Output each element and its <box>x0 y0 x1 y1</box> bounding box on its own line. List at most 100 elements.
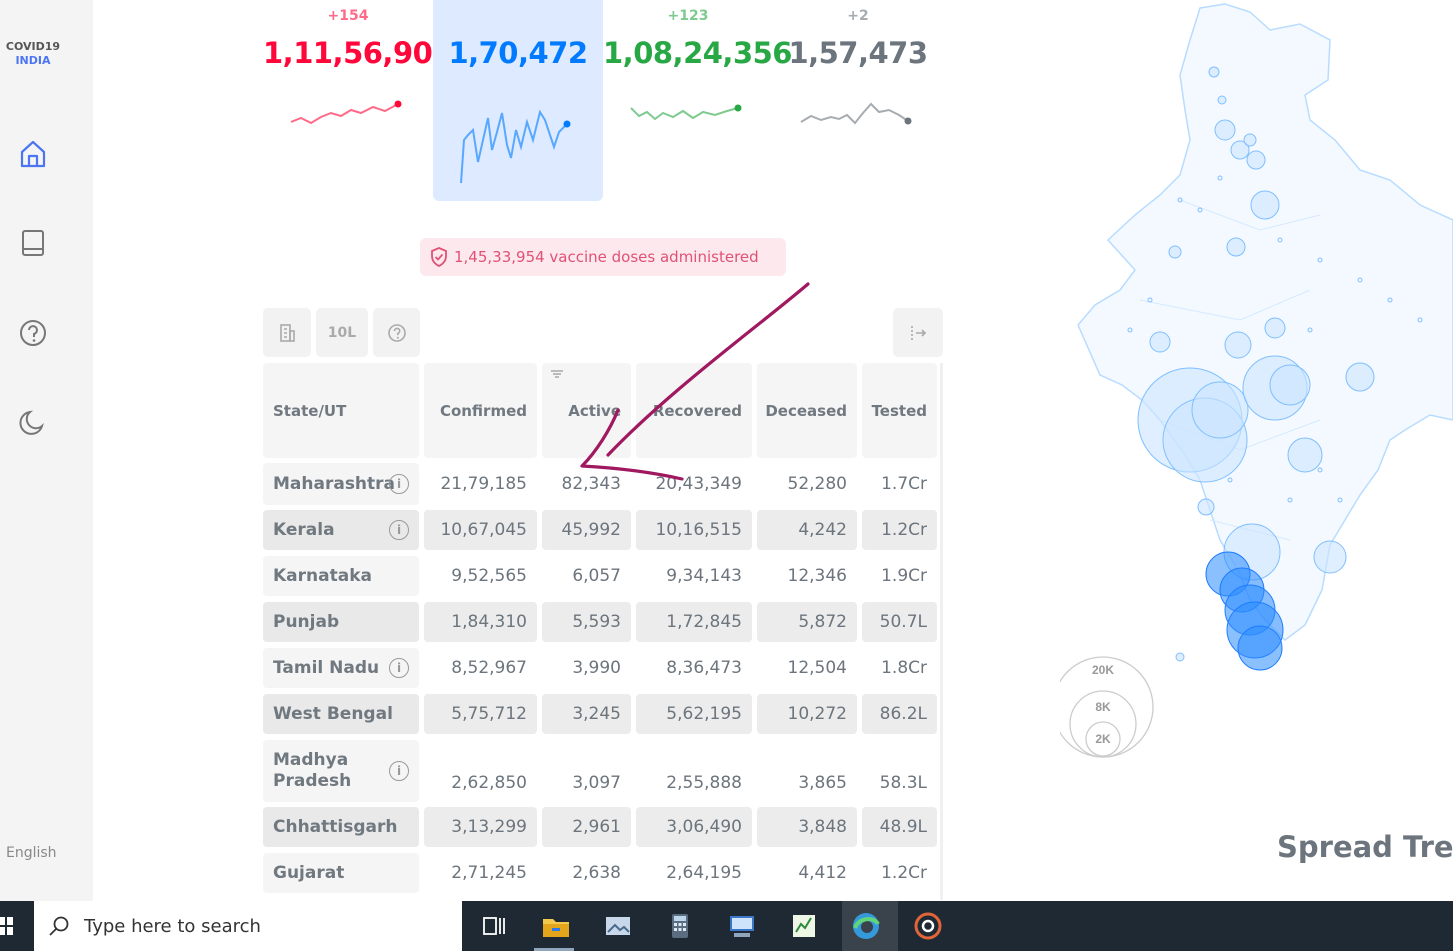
legend-20k: 20K <box>1092 663 1114 677</box>
question-icon <box>387 323 406 342</box>
stat-recovered[interactable]: +123 1,08,24,356 <box>603 0 792 201</box>
state-name: Karnataka <box>273 566 372 586</box>
info-icon[interactable]: i <box>389 761 409 781</box>
table-cell-active: 5,593 <box>542 602 631 642</box>
table-cell-confirmed: 2,62,850 <box>451 773 527 793</box>
legend-8k: 8K <box>1095 700 1111 714</box>
table-cell-tested: 1.9Cr <box>881 566 927 586</box>
info-icon[interactable]: i <box>389 474 409 494</box>
help-icon[interactable] <box>18 318 48 348</box>
district-toggle-button[interactable] <box>263 308 311 357</box>
chart-app-icon[interactable] <box>788 910 820 942</box>
table-cell-active: 2,638 <box>572 863 621 883</box>
table-cell-tested: 1.7Cr <box>881 474 927 494</box>
table-cell-deceased: 3,865 <box>798 773 847 793</box>
windows-start-icon[interactable] <box>0 916 14 936</box>
map-size-legend: 20K 8K 2K <box>1060 656 1154 758</box>
windows-taskbar: Type here to search <box>0 901 1453 951</box>
sidebar: COVID19 INDIA English <box>0 0 93 901</box>
table-row-state[interactable]: Karnataka <box>263 556 419 596</box>
taskbar-search-box[interactable]: Type here to search <box>34 901 462 951</box>
table-cell-recovered: 10,16,515 <box>636 510 752 550</box>
table-row-state[interactable]: Maharashtra i <box>263 463 419 505</box>
remote-desktop-icon[interactable] <box>726 910 758 942</box>
state-name: Tamil Nadu <box>273 658 380 678</box>
table-cell-confirmed: 8,52,967 <box>451 658 527 678</box>
language-selector[interactable]: English <box>6 845 57 861</box>
table-cell-tested: 48.9L <box>862 807 937 847</box>
header-tested[interactable]: Tested <box>862 363 937 458</box>
info-icon[interactable]: i <box>389 520 409 540</box>
help-button[interactable] <box>373 308 420 357</box>
shield-check-icon <box>431 247 447 267</box>
table-cell-recovered: 3,06,490 <box>636 807 752 847</box>
legend-2k: 2K <box>1095 732 1111 746</box>
table-row-state[interactable]: Chhattisgarh <box>263 807 419 847</box>
table-cell-tested: 50.7L <box>862 602 937 642</box>
table-cell-confirmed: 5,75,712 <box>424 694 537 734</box>
building-icon <box>280 323 295 342</box>
logo-line1: COVID19 <box>5 40 61 53</box>
state-name: Chhattisgarh <box>273 817 398 837</box>
active-sparkline <box>460 109 571 184</box>
india-bubble-map[interactable]: 20K 8K 2K <box>1060 0 1453 780</box>
table-row-state[interactable]: Kerala i <box>263 510 419 550</box>
vaccine-text: 1,45,33,954 vaccine doses administered <box>454 248 759 266</box>
logo-line2: INDIA <box>15 54 51 67</box>
state-name: Punjab <box>273 612 340 632</box>
info-icon[interactable]: i <box>389 658 409 678</box>
task-view-icon[interactable] <box>478 910 510 942</box>
spread-trends-heading: Spread Tren <box>1277 830 1453 864</box>
app-logo[interactable]: COVID19 INDIA <box>0 40 66 68</box>
table-cell-tested: 58.3L <box>879 773 927 793</box>
table-cell-active: 6,057 <box>572 566 621 586</box>
table-cell-recovered: 1,72,845 <box>636 602 752 642</box>
table-cell-active: 3,245 <box>542 694 631 734</box>
table-cell-tested: 1.2Cr <box>881 863 927 883</box>
file-explorer-icon[interactable] <box>540 910 572 942</box>
table-cell-confirmed: 2,71,245 <box>451 863 527 883</box>
media-player-icon[interactable] <box>912 910 944 942</box>
deceased-sparkline <box>800 102 912 125</box>
state-name: Kerala <box>273 520 335 540</box>
confirmed-sparkline <box>290 100 402 125</box>
stat-confirmed[interactable]: +154 1,11,56,902 <box>263 0 452 201</box>
state-name: Maharashtra <box>273 474 396 494</box>
table-cell-confirmed: 3,13,299 <box>424 807 537 847</box>
table-cell-recovered: 9,34,143 <box>666 566 742 586</box>
stat-deceased[interactable]: +2 1,57,473 <box>773 0 943 201</box>
calculator-icon[interactable] <box>664 910 696 942</box>
stat-active[interactable]: 1,70,472 <box>433 0 603 201</box>
table-row-state[interactable]: Gujarat <box>263 853 419 893</box>
table-cell-confirmed: 9,52,565 <box>451 566 527 586</box>
abbreviate-toggle-button[interactable]: 10L <box>316 308 368 357</box>
table-row-state[interactable]: West Bengal <box>263 694 419 734</box>
table-scroll-edge <box>940 363 943 900</box>
table-cell-tested: 1.8Cr <box>881 658 927 678</box>
table-cell-recovered: 5,62,195 <box>636 694 752 734</box>
photos-app-icon[interactable] <box>602 910 634 942</box>
table-row-state[interactable]: Madhya Pradesh i <box>263 740 419 802</box>
expand-table-button[interactable] <box>893 308 943 357</box>
header-state[interactable]: State/UT <box>263 363 419 458</box>
table-row-state[interactable]: Punjab <box>263 602 419 642</box>
table-cell-deceased: 4,242 <box>757 510 857 550</box>
table-cell-active: 3,990 <box>572 658 621 678</box>
table-cell-tested: 86.2L <box>862 694 937 734</box>
table-cell-recovered: 2,64,195 <box>666 863 742 883</box>
table-row-state[interactable]: Tamil Nadu i <box>263 648 419 688</box>
table-cell-recovered: 2,55,888 <box>666 773 742 793</box>
focused-app-highlight <box>842 901 898 951</box>
table-cell-active: 3,097 <box>572 773 621 793</box>
moon-icon[interactable] <box>18 408 48 438</box>
header-confirmed[interactable]: Confirmed <box>424 363 537 458</box>
search-icon <box>49 916 69 936</box>
recovered-sparkline <box>630 104 742 121</box>
table-cell-confirmed: 21,79,185 <box>440 474 527 494</box>
home-icon[interactable] <box>18 139 48 169</box>
table-cell-active: 2,961 <box>542 807 631 847</box>
table-cell-deceased: 3,848 <box>757 807 857 847</box>
book-icon[interactable] <box>18 228 48 258</box>
table-cell-deceased: 10,272 <box>757 694 857 734</box>
table-cell-tested: 1.2Cr <box>862 510 937 550</box>
